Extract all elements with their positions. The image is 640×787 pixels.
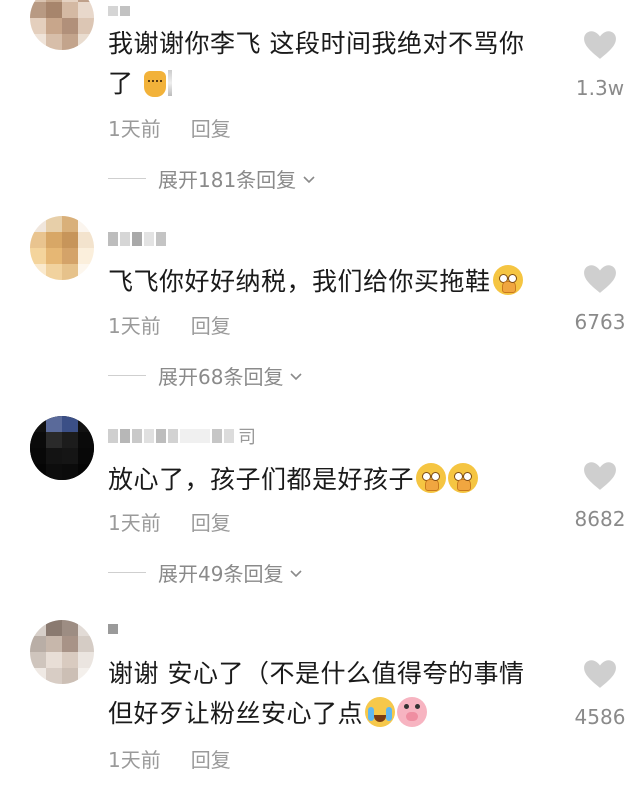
- blurred-sticker: [167, 70, 172, 96]
- expand-replies-button[interactable]: 展开49条回复: [108, 558, 303, 587]
- divider-dash: [108, 178, 146, 179]
- cry-emoji: [365, 697, 396, 727]
- avatar[interactable]: [30, 416, 94, 480]
- comment-text-line: 了: [108, 69, 134, 98]
- like-control[interactable]: 8682: [572, 461, 628, 531]
- reply-button[interactable]: 回复: [191, 310, 231, 339]
- comment-text: 放心了，孩子们都是好孩子: [108, 460, 558, 500]
- comment-text-line: 我谢谢你李飞 这段时间我绝对不骂你: [108, 29, 525, 58]
- comment-text: 飞飞你好好纳税，我们给你买拖鞋: [108, 262, 558, 302]
- expand-replies-label: 展开68条回复: [158, 365, 284, 389]
- like-control[interactable]: 4586: [572, 659, 628, 729]
- timestamp: 1天前: [108, 511, 161, 535]
- comment-text-line: 谢谢 安心了（不是什么值得夸的事情: [108, 659, 525, 688]
- expand-replies-label: 展开181条回复: [158, 168, 297, 192]
- username-blurred[interactable]: [108, 618, 118, 640]
- avatar[interactable]: [30, 620, 94, 684]
- expand-replies-button[interactable]: 展开181条回复: [108, 164, 316, 193]
- divider-dash: [108, 375, 146, 376]
- username-fragment: 司: [238, 427, 256, 448]
- expand-replies-label: 展开49条回复: [158, 562, 284, 586]
- pig-emoji: [397, 697, 428, 727]
- divider-dash: [108, 572, 146, 573]
- comment-text-line: 放心了，孩子们都是好孩子: [108, 465, 415, 494]
- like-count: 8682: [574, 507, 626, 531]
- reply-button[interactable]: 回复: [191, 507, 231, 536]
- heart-icon[interactable]: [583, 264, 617, 294]
- reply-button[interactable]: 回复: [191, 113, 231, 142]
- username-blurred[interactable]: [108, 0, 130, 22]
- timestamp: 1天前: [108, 117, 161, 141]
- heart-icon[interactable]: [583, 30, 617, 60]
- comment-meta: 1天前 回复: [108, 113, 231, 142]
- cat-emoji: [143, 71, 166, 97]
- like-control[interactable]: 1.3w: [572, 30, 628, 100]
- username-blurred[interactable]: [108, 228, 166, 250]
- username-blurred[interactable]: 司: [108, 425, 256, 448]
- reply-button[interactable]: 回复: [191, 744, 231, 773]
- timestamp: 1天前: [108, 748, 161, 772]
- avatar[interactable]: [30, 216, 94, 280]
- comment-text-line: 但好歹让粉丝安心了点: [108, 699, 364, 728]
- timestamp: 1天前: [108, 314, 161, 338]
- like-count: 4586: [574, 705, 626, 729]
- like-count: 6763: [574, 310, 626, 334]
- comment-meta: 1天前 回复: [108, 310, 231, 339]
- comment-meta: 1天前 回复: [108, 507, 231, 536]
- heart-icon[interactable]: [583, 461, 617, 491]
- expand-replies-button[interactable]: 展开68条回复: [108, 361, 303, 390]
- comment-meta: 1天前 回复: [108, 744, 231, 773]
- chevron-down-icon: [290, 372, 303, 380]
- comment-text: 谢谢 安心了（不是什么值得夸的事情 但好歹让粉丝安心了点: [108, 654, 558, 734]
- pray-emoji: [492, 265, 523, 295]
- pray-emoji: [416, 463, 447, 493]
- avatar[interactable]: [30, 0, 94, 50]
- comment-text-line: 飞飞你好好纳税，我们给你买拖鞋: [108, 267, 491, 296]
- pray-emoji: [448, 463, 479, 493]
- heart-icon[interactable]: [583, 659, 617, 689]
- like-count: 1.3w: [575, 76, 625, 100]
- chevron-down-icon: [290, 569, 303, 577]
- comment-text: 我谢谢你李飞 这段时间我绝对不骂你 了: [108, 24, 558, 104]
- chevron-down-icon: [303, 175, 315, 183]
- like-control[interactable]: 6763: [572, 264, 628, 334]
